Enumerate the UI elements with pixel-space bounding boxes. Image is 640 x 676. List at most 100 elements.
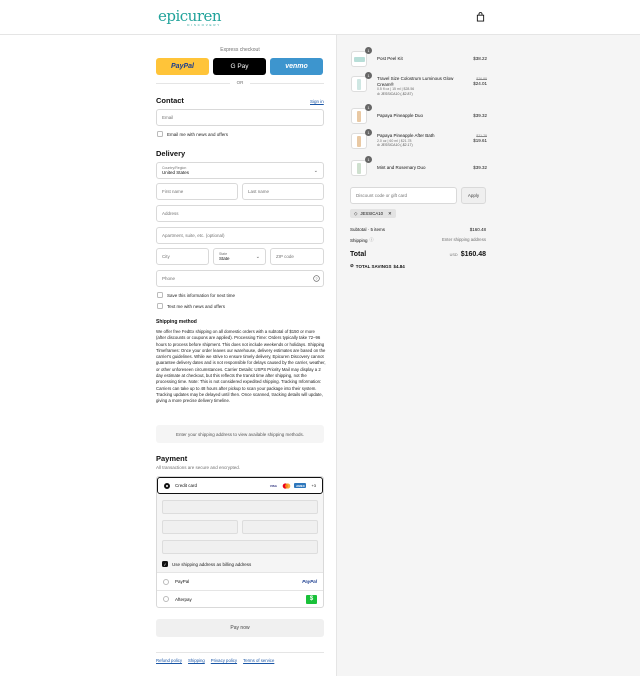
text-me-label: Text me with news and offers <box>167 303 225 309</box>
paypal-radio[interactable] <box>163 578 169 585</box>
email-field[interactable]: Email <box>156 109 324 126</box>
item-price: $26.88 $24.01 <box>463 77 487 86</box>
logo-text: epicuren <box>158 7 222 25</box>
total-label: Total <box>350 251 367 258</box>
pay-now-button[interactable]: Pay now <box>156 619 324 637</box>
checkout-form: Express checkout PayPal G Pay venmo OR C… <box>0 35 336 676</box>
refund-policy-link[interactable]: Refund policy <box>156 658 182 663</box>
privacy-policy-link[interactable]: Privacy policy <box>211 658 237 663</box>
paypal-logo-icon: PayPal <box>302 579 317 584</box>
delivery-heading: Delivery <box>156 149 186 158</box>
address-field[interactable]: Address <box>156 205 324 222</box>
card-number-field[interactable] <box>162 500 318 514</box>
mastercard-icon <box>281 482 291 489</box>
afterpay-option[interactable]: Afterpay $ <box>157 590 323 607</box>
visa-icon: VISA <box>269 483 277 488</box>
paypal-option-label: PayPal <box>175 579 190 584</box>
item-title: Post Peel Kit <box>377 56 403 61</box>
help-icon[interactable]: ? <box>313 275 320 282</box>
terms-of-service-link[interactable]: Terms of service <box>243 658 274 663</box>
apartment-field[interactable]: Apartment, suite, etc. (optional) <box>156 227 324 244</box>
contact-heading: Contact <box>156 96 184 105</box>
item-discount-code: JESSICA10 (-$2.87) <box>380 91 413 96</box>
shipping-policy-link[interactable]: Shipping <box>188 658 205 663</box>
product-thumbnail <box>351 108 367 124</box>
item-discount: ⊘ JESSICA10 (-$2.87) <box>377 91 413 96</box>
billing-same-row[interactable]: ✓ Use shipping address as billing addres… <box>162 561 251 567</box>
credit-card-option[interactable]: Credit card VISA AMEX +3 <box>157 477 323 494</box>
credit-card-radio[interactable] <box>164 482 170 489</box>
country-select[interactable]: Country/Region United States ⌄ <box>156 162 324 179</box>
item-price: $21.78 $19.61 <box>463 134 487 143</box>
quantity-badge: 1 <box>365 156 372 163</box>
item-price: $39.32 <box>473 113 487 118</box>
city-field[interactable]: City <box>156 248 209 265</box>
billing-same-label: Use shipping address as billing address <box>172 561 252 567</box>
svg-text:?: ? <box>315 276 318 281</box>
product-thumbnail <box>351 51 367 67</box>
zip-field[interactable]: ZIP code <box>270 248 324 265</box>
currency-code: USD <box>449 253 458 257</box>
phone-field[interactable]: Phone <box>156 270 324 287</box>
order-summary: 1 Post Peel Kit $38.22 1 Travel Size Col… <box>336 35 640 676</box>
cash-app-icon: $ <box>306 594 317 604</box>
item-name: Papaya Pineapple After Bath 2.0 oz | 60 … <box>377 133 461 148</box>
country-value: United States <box>162 170 190 175</box>
paypal-option[interactable]: PayPal PayPal <box>157 573 323 590</box>
shipping-label: Shipping <box>350 237 368 243</box>
product-thumbnail <box>351 76 367 92</box>
brand-logo[interactable]: epicuren DISCOVERY <box>158 7 222 28</box>
shopping-bag-icon[interactable] <box>476 12 485 22</box>
apply-discount-button[interactable]: Apply <box>461 187 486 204</box>
venmo-button[interactable]: venmo <box>270 58 323 75</box>
paypal-express-button[interactable]: PayPal <box>156 58 209 75</box>
shipping-methods-placeholder: Enter your shipping address to view avai… <box>156 425 324 443</box>
google-pay-button[interactable]: G Pay <box>213 58 266 75</box>
text-me-row[interactable]: Text me with news and offers <box>157 303 225 309</box>
item-title: Papaya Pineapple Duo <box>377 113 424 118</box>
state-value: State <box>219 256 230 261</box>
last-name-field[interactable]: Last name <box>242 183 324 200</box>
chevron-down-icon: ⌄ <box>255 254 260 260</box>
save-info-row[interactable]: Save this information for next time <box>157 292 235 298</box>
save-info-checkbox[interactable] <box>157 292 163 298</box>
product-thumbnail <box>351 133 367 149</box>
billing-same-checkbox[interactable]: ✓ <box>162 561 168 567</box>
footer-links: Refund policy Shipping Privacy policy Te… <box>156 652 324 663</box>
savings-value: $4.84 <box>393 263 405 269</box>
chevron-down-icon: ⌄ <box>313 168 318 174</box>
site-header: epicuren DISCOVERY <box>0 0 640 35</box>
payment-methods: Credit card VISA AMEX +3 ✓ Use shipping … <box>156 476 324 608</box>
email-news-row[interactable]: Email me with news and offers <box>157 131 228 137</box>
payment-heading: Payment <box>156 454 188 463</box>
quantity-badge: 1 <box>365 47 372 54</box>
more-cards-count: +3 <box>311 483 316 488</box>
item-discount-code: JESSICA10 (-$2.17) <box>380 143 413 147</box>
state-select[interactable]: State State ⌄ <box>213 248 266 265</box>
help-icon[interactable]: ⓘ <box>370 237 374 243</box>
text-me-checkbox[interactable] <box>157 303 163 309</box>
first-name-field[interactable]: First name <box>156 183 238 200</box>
email-news-label: Email me with news and offers <box>167 131 228 137</box>
card-expiry-field[interactable] <box>162 520 238 534</box>
payment-secure-note: All transactions are secure and encrypte… <box>156 465 241 470</box>
savings-label: TOTAL SAVINGS <box>355 263 392 269</box>
email-news-checkbox[interactable] <box>157 131 163 137</box>
subtotal-value: $160.48 <box>469 227 486 232</box>
shipping-row-label: Shipping ⓘ <box>350 237 374 243</box>
remove-discount-icon[interactable]: ✕ <box>388 211 392 217</box>
sign-in-link[interactable]: Sign in <box>310 99 324 104</box>
quantity-badge: 1 <box>365 104 372 111</box>
card-name-field[interactable] <box>162 540 318 554</box>
afterpay-radio[interactable] <box>163 596 169 602</box>
amex-icon: AMEX <box>294 483 307 488</box>
save-info-label: Save this information for next time <box>167 292 236 298</box>
discount-code-field[interactable]: Discount code or gift card <box>350 187 457 204</box>
card-security-code-field[interactable] <box>242 520 318 534</box>
discount-code-text: JESSICA10 <box>360 211 384 216</box>
quantity-badge: 1 <box>365 129 372 136</box>
item-name: Travel Size Colostrum Luminous Glow Crea… <box>377 76 461 96</box>
item-discount: ⊘ JESSICA10 (-$2.17) <box>377 143 413 147</box>
express-checkout-label: Express checkout <box>220 47 260 53</box>
shipping-method-heading: Shipping method <box>156 319 197 325</box>
